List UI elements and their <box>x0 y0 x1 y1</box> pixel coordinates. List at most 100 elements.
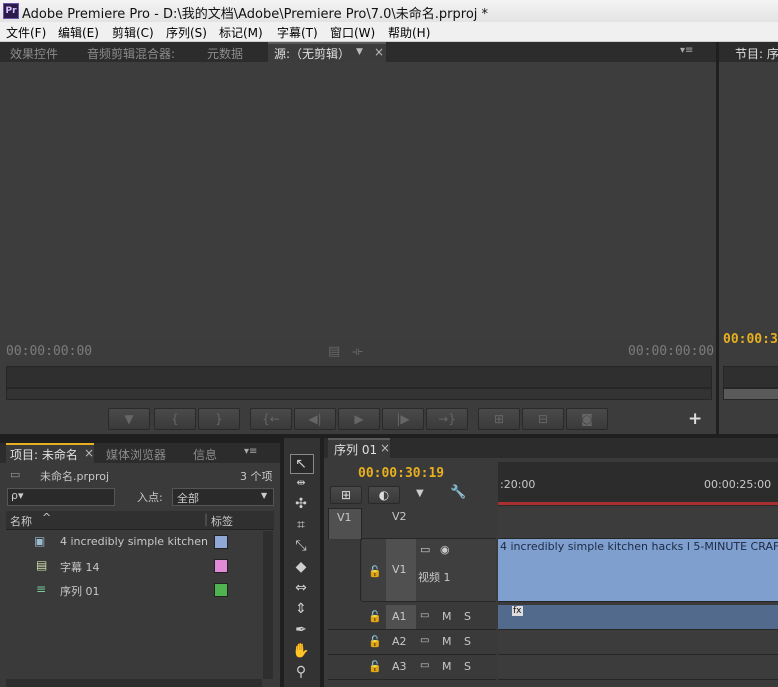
rate-stretch-tool-icon[interactable]: ⤡ <box>290 537 312 555</box>
menu-title[interactable]: 字幕(T) <box>277 24 318 41</box>
source-time-ruler[interactable] <box>6 366 712 388</box>
overwrite-button[interactable]: ⊟ <box>522 408 564 430</box>
menu-clip[interactable]: 剪辑(C) <box>112 24 154 41</box>
mute-button[interactable]: M <box>442 610 452 623</box>
label-swatch-blue[interactable] <box>214 535 228 549</box>
track-lane-v2[interactable] <box>498 508 778 539</box>
menu-help[interactable]: 帮助(H) <box>388 24 430 41</box>
project-item-title[interactable]: ▤ 字幕 14 <box>6 555 262 577</box>
tab-metadata[interactable]: 元数据 <box>207 45 243 62</box>
timeline-ruler[interactable]: :20:00 00:00:25:00 <box>498 462 778 506</box>
tab-program[interactable]: 节目: 序 <box>735 45 778 62</box>
selection-tool-icon[interactable]: ↖ <box>290 455 312 473</box>
tab-media-browser[interactable]: 媒体浏览器 <box>106 446 166 463</box>
audio-track-icon[interactable]: ▭ <box>420 660 429 671</box>
track-v2-label[interactable]: V2 <box>392 510 407 523</box>
tab-sequence-active[interactable]: 序列 01 × <box>328 438 390 460</box>
go-to-out-button[interactable]: →} <box>426 408 468 430</box>
work-area-bar[interactable] <box>498 502 778 505</box>
export-frame-button[interactable]: ◙ <box>566 408 608 430</box>
tab-effect-controls[interactable]: 效果控件 <box>10 45 58 62</box>
track-lane-a2[interactable] <box>498 630 778 655</box>
film-strip-icon[interactable]: ▤ <box>328 344 340 359</box>
lock-icon[interactable]: 🔓 <box>368 635 382 648</box>
project-tab-close-icon[interactable]: × <box>84 446 94 460</box>
sort-ascending-icon[interactable]: ^ <box>42 511 51 524</box>
slide-tool-icon[interactable]: ⇕ <box>290 600 312 618</box>
program-time-ruler[interactable] <box>723 366 778 388</box>
source-tab-close-icon[interactable]: × <box>374 45 384 59</box>
project-vertical-scrollbar[interactable] <box>263 531 273 679</box>
tab-source-active[interactable]: 源:（无剪辑） ▼ × <box>268 42 386 64</box>
video-clip[interactable]: 4 incredibly simple kitchen hacks l 5-MI… <box>498 539 778 602</box>
tab-info[interactable]: 信息 <box>193 446 217 463</box>
solo-button[interactable]: S <box>464 610 471 623</box>
go-to-in-button[interactable]: {← <box>250 408 292 430</box>
project-horizontal-scrollbar[interactable] <box>6 679 262 687</box>
add-marker-icon[interactable]: ▼ <box>416 488 424 499</box>
add-button-icon[interactable]: + <box>688 409 702 429</box>
menu-file[interactable]: 文件(F) <box>6 24 46 41</box>
project-search-input[interactable]: ρ▾ <box>7 488 115 506</box>
program-video-area <box>719 62 778 332</box>
program-zoom-scrollbar[interactable] <box>723 388 778 400</box>
dropdown-arrow-icon[interactable]: ▼ <box>356 47 363 57</box>
in-point-select[interactable]: 全部 ▼ <box>172 488 274 506</box>
play-button[interactable]: ▶ <box>338 408 380 430</box>
column-divider: | <box>204 512 209 526</box>
track-select-tool-icon[interactable]: ⇹ <box>290 474 312 492</box>
video-track-icon[interactable]: ▭ <box>420 543 430 556</box>
label-swatch-pink[interactable] <box>214 559 228 573</box>
mute-button[interactable]: M <box>442 660 452 673</box>
menu-sequence[interactable]: 序列(S) <box>166 24 207 41</box>
lock-icon[interactable]: 🔓 <box>368 565 382 578</box>
step-back-button[interactable]: ◀| <box>294 408 336 430</box>
timeline-timecode[interactable]: 00:00:30:19 <box>358 466 444 481</box>
column-label-header[interactable]: 标签 <box>211 513 233 529</box>
solo-button[interactable]: S <box>464 635 471 648</box>
sequence-tab-close-icon[interactable]: × <box>380 441 390 455</box>
razor-tool-icon[interactable]: ◆ <box>290 558 312 576</box>
project-panel-menu-icon[interactable]: ▾≡ <box>244 446 257 457</box>
pen-tool-icon[interactable]: ✒ <box>290 621 312 639</box>
menu-window[interactable]: 窗口(W) <box>330 24 375 41</box>
lock-icon[interactable]: 🔓 <box>368 660 382 673</box>
tab-audio-clip-mixer[interactable]: 音频剪辑混合器: <box>87 45 175 62</box>
nest-toggle-button[interactable]: ⊞ <box>330 486 362 504</box>
ripple-edit-tool-icon[interactable]: ✣ <box>290 495 312 513</box>
track-lane-a3[interactable] <box>498 655 778 680</box>
step-forward-button[interactable]: |▶ <box>382 408 424 430</box>
panel-menu-icon[interactable]: ▾≡ <box>680 45 693 56</box>
zoom-tool-icon[interactable]: ⚲ <box>290 663 312 681</box>
menu-marker[interactable]: 标记(M) <box>219 24 263 41</box>
lock-icon[interactable]: 🔓 <box>368 610 382 623</box>
add-marker-button[interactable]: ▼ <box>108 408 150 430</box>
mark-in-button[interactable]: { <box>154 408 196 430</box>
source-patch-v1[interactable]: V1 <box>328 508 362 540</box>
program-timecode[interactable]: 00:00:30 <box>723 332 778 347</box>
solo-button[interactable]: S <box>464 660 471 673</box>
project-item-clip[interactable]: ▣ 4 incredibly simple kitchen <box>6 531 262 553</box>
insert-button[interactable]: ⊞ <box>478 408 520 430</box>
hand-tool-icon[interactable]: ✋ <box>290 642 312 660</box>
tab-project-active[interactable]: 项目: 未命名 × <box>6 443 94 465</box>
rolling-edit-tool-icon[interactable]: ⌗ <box>290 516 312 534</box>
wrench-icon[interactable]: 🔧 <box>450 485 466 500</box>
audio-track-icon[interactable]: ▭ <box>420 635 429 646</box>
track-header-v1: 🔓 V1 ▭ ◉ 视频 1 <box>362 539 496 602</box>
source-zoom-scrollbar[interactable] <box>6 388 712 400</box>
project-item-sequence[interactable]: ≡ 序列 01 <box>6 579 262 601</box>
source-timecode-current[interactable]: 00:00:00:00 <box>6 344 92 359</box>
source-patch-v1-empty[interactable] <box>328 539 361 601</box>
column-name-header[interactable]: 名称 <box>10 513 32 529</box>
eye-icon[interactable]: ◉ <box>440 543 450 556</box>
label-swatch-green[interactable] <box>214 583 228 597</box>
slip-tool-icon[interactable]: ⇔ <box>290 579 312 597</box>
snap-button[interactable]: ◐ <box>368 486 400 504</box>
menu-edit[interactable]: 编辑(E) <box>58 24 99 41</box>
mute-button[interactable]: M <box>442 635 452 648</box>
mark-out-button[interactable]: } <box>198 408 240 430</box>
audio-clip[interactable]: fx <box>498 605 778 630</box>
audio-waveform-icon[interactable]: ⟛ <box>352 344 363 359</box>
audio-track-icon[interactable]: ▭ <box>420 610 429 621</box>
